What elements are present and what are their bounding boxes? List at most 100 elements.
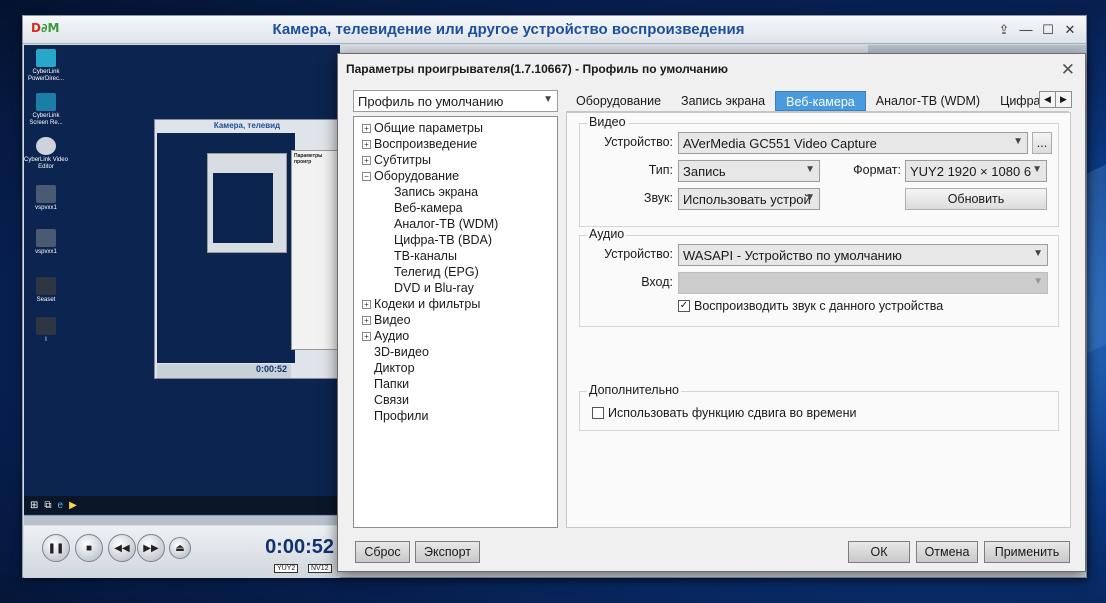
expand-icon[interactable]: + [362, 331, 371, 341]
tree-item[interactable]: + Субтитры [354, 152, 557, 168]
captured-taskbar: ⊞ ⧉ e ▶ [24, 496, 340, 514]
tab-0[interactable]: Оборудование [566, 91, 671, 111]
tree-item-label: Диктор [374, 361, 415, 375]
desktop-icon: vspvxx1 [24, 185, 68, 212]
play-sound-checkbox[interactable]: ✓ Воспроизводить звук с данного устройст… [678, 299, 943, 313]
tree-item-label: Воспроизведение [374, 137, 478, 151]
player-titlebar: D∂M Камера, телевидение или другое устро… [23, 16, 1086, 44]
close-button[interactable]: ✕ [1060, 21, 1080, 39]
tree-item-label: Видео [374, 313, 411, 327]
collapse-icon[interactable]: − [362, 171, 371, 181]
refresh-button[interactable]: Обновить [905, 188, 1047, 210]
play-sound-label: Воспроизводить звук с данного устройства [694, 299, 944, 313]
desktop-icon: Seaset [24, 277, 68, 304]
tree-item[interactable]: Телегид (EPG) [354, 264, 557, 280]
audio-format-badge: NV12 [308, 564, 332, 573]
browse-button[interactable]: ... [1032, 132, 1052, 154]
pin-icon[interactable]: ⇪ [994, 21, 1014, 39]
tree-item[interactable]: + Видео [354, 312, 557, 328]
tree-item[interactable]: Аналог-ТВ (WDM) [354, 216, 557, 232]
desktop-icon: I [24, 317, 68, 344]
settings-tabs: Оборудование Запись экрана Веб-камера Анало… [566, 90, 1069, 112]
type-select[interactable]: Запись ▼ [678, 160, 820, 182]
settings-tree: + Общие параметры + Воспроизведение + Субтитр… [353, 116, 558, 528]
tree-item[interactable]: Запись экрана [354, 184, 557, 200]
nested-video [157, 133, 295, 363]
tree-item[interactable]: Цифра-ТВ (BDA) [354, 232, 557, 248]
tree-item-label: Телегид (EPG) [394, 265, 479, 279]
tree-item[interactable]: Диктор [354, 360, 557, 376]
tree-item[interactable]: Веб-камера [354, 200, 557, 216]
time-display: 0:00:52 [265, 536, 334, 558]
expand-icon[interactable]: + [362, 123, 371, 133]
cancel-button[interactable]: Отмена [916, 541, 978, 563]
tree-item[interactable]: Папки [354, 376, 557, 392]
tree-item[interactable]: 3D-видео [354, 344, 557, 360]
tree-item[interactable]: + Аудио [354, 328, 557, 344]
sound-select[interactable]: Использовать устрой ▼ [678, 188, 820, 210]
video-format-badge: YUY2 [274, 564, 299, 573]
stop-button[interactable]: ■ [75, 534, 103, 562]
reset-button[interactable]: Сброс [355, 541, 410, 563]
chevron-down-icon: ▼ [1033, 276, 1043, 287]
player-title: Камера, телевидение или другое устройств… [272, 21, 745, 38]
input-select[interactable]: ▼ [678, 272, 1048, 294]
nested-dialog: Параметры проигр [291, 150, 340, 350]
tree-item[interactable]: Связи [354, 392, 557, 408]
nested-title: Камера, телевид [213, 121, 281, 130]
tab-3[interactable]: Аналог-ТВ (WDM) [866, 91, 990, 111]
tree-item-label: Общие параметры [374, 121, 483, 135]
desktop-icon: vspvxx1 [24, 229, 68, 256]
minimize-button[interactable]: — [1016, 21, 1036, 39]
forward-button[interactable]: ▶▶ [137, 534, 165, 562]
timeshift-label: Использовать функцию сдвига во времени [608, 406, 857, 420]
audio-device-select[interactable]: WASAPI - Устройство по умолчанию ▼ [678, 244, 1048, 266]
tab-2[interactable]: Веб-камера [775, 91, 866, 111]
expand-icon[interactable]: + [362, 299, 371, 309]
tree-item-label: Оборудование [374, 169, 460, 183]
timeshift-checkbox[interactable]: Использовать функцию сдвига во времени [592, 406, 856, 420]
dialog-close-icon[interactable]: ✕ [1061, 60, 1075, 80]
tab-1[interactable]: Запись экрана [671, 91, 775, 111]
tree-item-label: ТВ-каналы [394, 249, 457, 263]
tab-scroll-right-icon[interactable]: ▶ [1055, 91, 1072, 108]
video-area[interactable]: CyberLink PowerDirec... CyberLink Screen… [24, 45, 340, 515]
export-button[interactable]: Экспорт [415, 541, 480, 563]
seek-bar[interactable] [24, 515, 340, 525]
profile-select-value: Профиль по умолчанию [358, 93, 504, 109]
tree-item[interactable]: + Воспроизведение [354, 136, 557, 152]
tree-item[interactable]: + Общие параметры [354, 120, 557, 136]
pause-button[interactable]: ❚❚ [42, 534, 70, 562]
rewind-button[interactable]: ◀◀ [108, 534, 136, 562]
settings-dialog: Параметры проигрывателя(1.7.10667) - Про… [337, 53, 1086, 572]
app-logo: D∂M [31, 21, 60, 35]
eject-button[interactable]: ⏏ [169, 537, 191, 559]
sound-label: Звук: [643, 191, 673, 205]
desktop-icon: CyberLink Video Editor [24, 137, 68, 171]
window-controls: ⇪ — ☐ ✕ [994, 21, 1080, 39]
ok-button[interactable]: ОК [848, 541, 910, 563]
chevron-down-icon: ▼ [1032, 164, 1042, 175]
playback-controls: ❚❚ ■ ◀◀ ▶▶ ⏏ 0:00:52 YUY2 NV12 [24, 526, 340, 578]
apply-button[interactable]: Применить [984, 541, 1070, 563]
dialog-titlebar: Параметры проигрывателя(1.7.10667) - Про… [338, 54, 1085, 84]
taskview-icon: ⧉ [44, 499, 52, 511]
input-label: Вход: [641, 275, 673, 289]
profile-select[interactable]: Профиль по умолчанию ▼ [353, 90, 558, 112]
video-device-select[interactable]: AVerMedia GC551 Video Capture ▼ [678, 132, 1028, 154]
desktop-icon: CyberLink Screen Re... [24, 93, 68, 127]
tree-item[interactable]: Профили [354, 408, 557, 424]
tree-item[interactable]: DVD и Blu-ray [354, 280, 557, 296]
player-taskbar-icon: ▶ [69, 499, 77, 511]
sound-value: Использовать устрой [683, 191, 811, 207]
tab-scroll-left-icon[interactable]: ◀ [1039, 91, 1056, 108]
tree-item-label: Связи [374, 393, 410, 407]
expand-icon[interactable]: + [362, 315, 371, 325]
format-select[interactable]: YUY2 1920 × 1080 6 ▼ [905, 160, 1047, 182]
tree-item[interactable]: ТВ-каналы [354, 248, 557, 264]
tree-item[interactable]: − Оборудование [354, 168, 557, 184]
expand-icon[interactable]: + [362, 139, 371, 149]
maximize-button[interactable]: ☐ [1038, 21, 1058, 39]
expand-icon[interactable]: + [362, 155, 371, 165]
tree-item[interactable]: + Кодеки и фильтры [354, 296, 557, 312]
